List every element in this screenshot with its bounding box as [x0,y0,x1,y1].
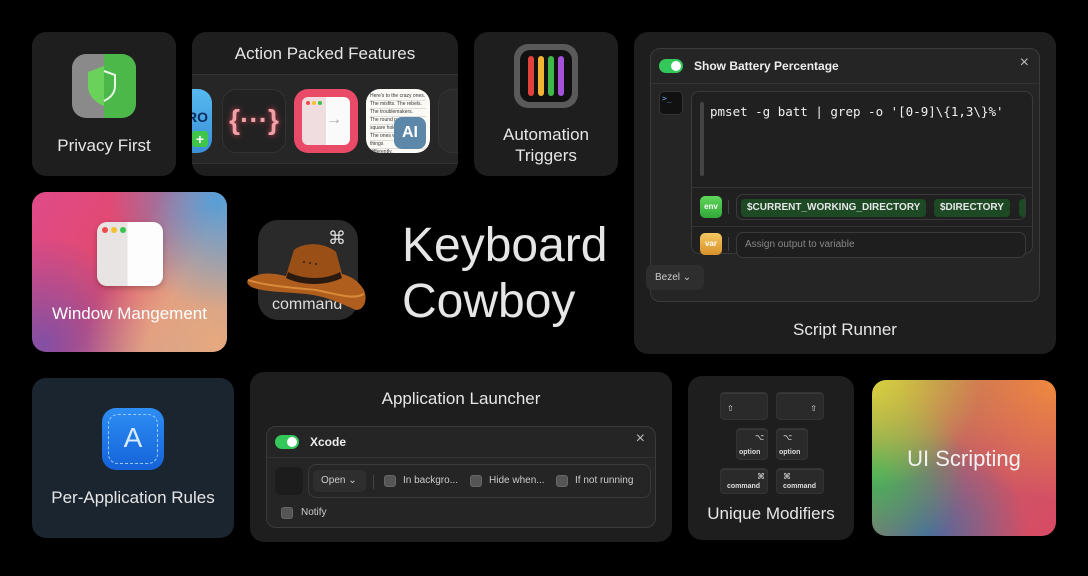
hide-when-label: Hide when... [489,475,545,486]
unique-modifiers-label: Unique Modifiers [707,504,835,523]
app-icon-slot [275,467,303,495]
close-icon[interactable]: × [1020,54,1029,72]
per-application-rules-card[interactable]: A Per-Application Rules [32,378,234,538]
environment-variables-field[interactable]: $CURRENT_WORKING_DIRECTORY $DIRECTORY $ [736,194,1026,220]
divider [728,237,729,251]
hide-when-checkbox[interactable] [470,475,482,487]
unique-modifiers-card[interactable]: ⇧ ⇧ ⌥ option ⌥ option ⌘ command ⌘ comman… [688,376,854,540]
app-name[interactable]: Xcode [310,435,346,449]
chevron-down-icon: ⌄ [682,272,692,283]
enabled-toggle[interactable] [275,435,299,449]
if-not-running-checkbox[interactable] [556,475,568,487]
script-runner-label: Script Runner [793,320,897,339]
option-icon: ⌥ [783,433,793,442]
ai-badge-icon: AI [394,117,426,149]
command-key-right: ⌘ command [776,468,824,494]
app-title: Keyboard Cowboy [402,219,608,328]
notify-checkbox[interactable] [281,507,293,519]
variable-icon: var [700,233,722,255]
script-code[interactable]: pmset -g batt | grep -o '[0-9]\{1,3\}%' [710,104,1020,119]
option-key-right: ⌥ option [776,428,808,460]
command-key-left: ⌘ command [720,468,768,494]
option-key-left: ⌥ option [736,428,768,460]
command-icon: ⌘ [757,472,765,481]
automation-triggers-label: Automation Triggers [503,125,589,165]
app-tile-strip[interactable]: RO + {···} → Here's to the crazy ones. T… [192,74,458,164]
trigger-bar-2 [548,56,554,96]
launch-options: Open ⌄ In backgro... Hide when... If not… [308,464,651,498]
application-launcher-label: Application Launcher [381,389,541,408]
divider [728,200,729,214]
per-application-rules-label: Per-Application Rules [51,488,215,507]
action-packed-card[interactable]: Action Packed Features RO + {···} → Here… [192,32,458,176]
ui-scripting-label: UI Scripting [907,446,1021,471]
action-packed-label: Action Packed Features [234,44,416,63]
privacy-first-card[interactable]: Privacy First [32,32,176,176]
script-runner-card[interactable]: Show Battery Percentage × >_ pmset -g ba… [634,32,1056,354]
automation-triggers-card[interactable]: Automation Triggers [474,32,618,176]
trigger-bar-1 [538,56,544,96]
text-ai-app-icon[interactable]: Here's to the crazy ones. The misfits. T… [366,89,430,153]
shift-key-left: ⇧ [720,392,768,420]
chevron-down-icon: ⌄ [348,475,357,486]
cowboy-hat-icon [247,244,366,310]
env-chip[interactable]: $CURRENT_WORKING_DIRECTORY [741,199,927,217]
option-icon: ⌥ [755,433,765,442]
action-value: Open [321,475,346,486]
shift-key-right: ⇧ [776,392,824,420]
terminal-icon: >_ [659,91,683,115]
env-icon: env [700,196,722,218]
notification-dropdown[interactable]: Bezel ⌄ [646,265,704,290]
privacy-first-label: Privacy First [57,136,151,155]
trigger-bar-3 [558,56,564,96]
notification-value: Bezel [655,272,681,283]
env-chip[interactable]: $DIRECTORY [934,199,1010,217]
env-chip[interactable]: $ [1019,199,1025,217]
ro-app-text: RO [192,109,208,125]
dark-app-icon[interactable] [438,89,458,153]
braces-app-icon[interactable]: {···} [222,89,286,153]
divider [373,475,374,489]
shift-icon: ⇧ [727,404,734,413]
script-editor[interactable]: pmset -g batt | grep -o '[0-9]\{1,3\}%' … [691,91,1033,258]
window-tidy-app-icon[interactable]: → [294,89,358,153]
colored-bars-icon [514,44,578,108]
plus-badge-icon: + [192,131,208,147]
shield-icon [72,54,136,118]
divider [267,457,655,458]
command-title[interactable]: Show Battery Percentage [694,59,839,73]
arrow-right-icon: → [326,111,342,128]
if-not-running-label: If not running [575,475,634,486]
app-store-icon: A [102,408,164,470]
ro-app-icon[interactable]: RO + [192,89,212,153]
assign-variable-input[interactable]: Assign output to variable [736,232,1026,258]
editor-scrollbar[interactable] [700,102,704,176]
window-icon [97,222,163,286]
notify-label: Notify [301,507,327,518]
ui-scripting-card[interactable]: UI Scripting [872,380,1056,536]
application-launcher-card[interactable]: Application Launcher Xcode × Open ⌄ In b… [250,372,672,542]
divider [692,226,1032,227]
enabled-toggle[interactable] [659,59,683,73]
close-icon[interactable]: × [636,430,645,448]
window-management-card[interactable]: Window Mangement [32,192,227,352]
in-background-checkbox[interactable] [384,475,396,487]
launcher-panel: Xcode × Open ⌄ In backgro... Hide when..… [266,426,656,528]
action-dropdown[interactable]: Open ⌄ [313,470,366,492]
divider [651,83,1039,84]
in-background-label: In backgro... [403,475,459,486]
script-panel: Show Battery Percentage × >_ pmset -g ba… [650,48,1040,302]
command-icon: ⌘ [783,472,791,481]
window-management-label: Window Mangement [52,304,207,323]
shift-icon: ⇧ [810,404,817,413]
trigger-bar-0 [528,56,534,96]
divider [692,187,1032,188]
